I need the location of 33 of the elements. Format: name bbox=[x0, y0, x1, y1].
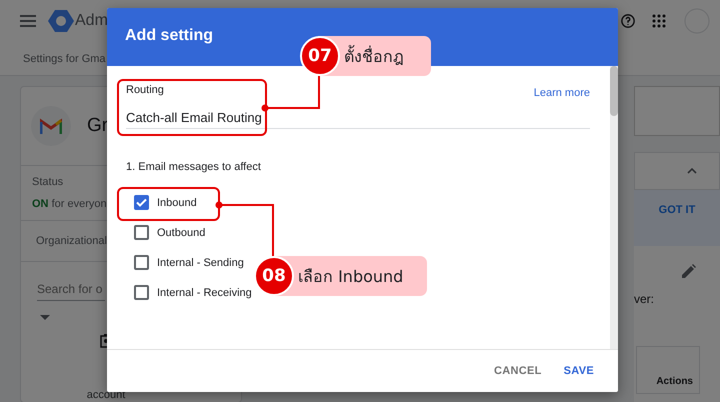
column-header: Actions bbox=[656, 376, 693, 387]
learn-more-link[interactable]: Learn more bbox=[534, 87, 590, 99]
section-heading: 1. Email messages to affect bbox=[126, 161, 262, 173]
chevron-up-icon[interactable] bbox=[687, 168, 697, 174]
checkbox[interactable] bbox=[134, 195, 149, 210]
logo-icon bbox=[48, 9, 74, 33]
apps-icon[interactable] bbox=[652, 14, 666, 28]
save-button[interactable]: SAVE bbox=[556, 359, 602, 383]
checkbox[interactable] bbox=[134, 285, 149, 300]
org-unit-label: Organizational bbox=[36, 235, 107, 247]
checkbox-label[interactable]: Inbound bbox=[157, 196, 197, 208]
app-title: Gr bbox=[87, 115, 108, 137]
checkbox-label[interactable]: Internal - Sending bbox=[157, 256, 244, 268]
checkbox[interactable] bbox=[134, 255, 149, 270]
checkbox[interactable] bbox=[134, 225, 149, 240]
product-name: Adm bbox=[75, 12, 108, 30]
menu-icon[interactable] bbox=[20, 15, 36, 27]
routing-field[interactable]: Routing Catch-all Email Routing Learn more bbox=[126, 84, 590, 129]
caret-icon[interactable] bbox=[40, 315, 50, 320]
scrollbar-thumb[interactable] bbox=[610, 66, 618, 116]
checkbox-label[interactable]: Internal - Receiving bbox=[157, 286, 252, 298]
leader-line bbox=[216, 202, 274, 257]
checkbox-label[interactable]: Outbound bbox=[157, 226, 206, 238]
status-scope: for everyon bbox=[52, 198, 107, 210]
status-label: Status bbox=[32, 176, 64, 188]
pencil-icon[interactable] bbox=[682, 264, 696, 278]
account-label: account bbox=[86, 390, 126, 400]
mail-logo-icon bbox=[40, 118, 62, 134]
help-icon[interactable] bbox=[621, 14, 635, 28]
status-value: ON bbox=[32, 198, 48, 210]
cancel-button[interactable]: CANCEL bbox=[486, 359, 550, 383]
dialog-title: Add setting bbox=[125, 27, 213, 46]
text-fragment: ver: bbox=[634, 292, 656, 306]
